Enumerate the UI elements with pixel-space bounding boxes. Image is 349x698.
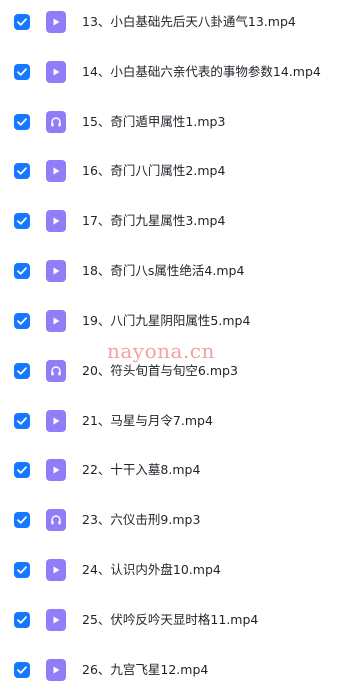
file-name[interactable]: 19、八门九星阴阳属性5.mp4 xyxy=(82,311,250,331)
file-row[interactable]: 26、九宫飞星12.mp4 xyxy=(0,648,349,698)
file-row[interactable]: 22、十干入墓8.mp4 xyxy=(0,448,349,498)
video-file-icon xyxy=(46,210,66,232)
file-name[interactable]: 22、十干入墓8.mp4 xyxy=(82,460,200,480)
file-row[interactable]: 17、奇门九星属性3.mp4 xyxy=(0,199,349,249)
audio-file-icon xyxy=(46,360,66,382)
file-name[interactable]: 24、认识内外盘10.mp4 xyxy=(82,560,221,580)
select-checkbox[interactable] xyxy=(14,163,30,179)
select-checkbox[interactable] xyxy=(14,313,30,329)
video-file-icon xyxy=(46,609,66,631)
select-checkbox[interactable] xyxy=(14,662,30,678)
select-checkbox[interactable] xyxy=(14,14,30,30)
file-name[interactable]: 16、奇门八门属性2.mp4 xyxy=(82,161,225,181)
file-row[interactable]: 15、奇门遁甲属性1.mp3 xyxy=(0,100,349,150)
video-file-icon xyxy=(46,659,66,681)
select-checkbox[interactable] xyxy=(14,612,30,628)
watermark: nayona.cn xyxy=(107,339,215,363)
file-name[interactable]: 23、六仪击刑9.mp3 xyxy=(82,510,200,530)
select-checkbox[interactable] xyxy=(14,114,30,130)
select-checkbox[interactable] xyxy=(14,263,30,279)
select-checkbox[interactable] xyxy=(14,413,30,429)
video-file-icon xyxy=(46,11,66,33)
file-name[interactable]: 20、符头旬首与旬空6.mp3 xyxy=(82,361,238,381)
video-file-icon xyxy=(46,310,66,332)
file-row[interactable]: 21、马星与月令7.mp4 xyxy=(0,399,349,449)
file-row[interactable]: 24、认识内外盘10.mp4 xyxy=(0,548,349,598)
file-row[interactable]: 23、六仪击刑9.mp3 xyxy=(0,498,349,548)
file-row[interactable]: 18、奇门八s属性绝活4.mp4 xyxy=(0,249,349,299)
audio-file-icon xyxy=(46,509,66,531)
video-file-icon xyxy=(46,459,66,481)
file-name[interactable]: 14、小白基础六亲代表的事物参数14.mp4 xyxy=(82,62,321,82)
video-file-icon xyxy=(46,559,66,581)
file-name[interactable]: 15、奇门遁甲属性1.mp3 xyxy=(82,112,225,132)
file-name[interactable]: 13、小白基础先后天八卦通气13.mp4 xyxy=(82,12,296,32)
audio-file-icon xyxy=(46,111,66,133)
video-file-icon xyxy=(46,410,66,432)
file-name[interactable]: 18、奇门八s属性绝活4.mp4 xyxy=(82,261,244,281)
file-name[interactable]: 25、伏吟反吟天显时格11.mp4 xyxy=(82,610,258,630)
select-checkbox[interactable] xyxy=(14,512,30,528)
file-name[interactable]: 17、奇门九星属性3.mp4 xyxy=(82,211,225,231)
file-row[interactable]: 14、小白基础六亲代表的事物参数14.mp4 xyxy=(0,50,349,100)
file-name[interactable]: 26、九宫飞星12.mp4 xyxy=(82,660,208,680)
select-checkbox[interactable] xyxy=(14,562,30,578)
select-checkbox[interactable] xyxy=(14,363,30,379)
video-file-icon xyxy=(46,260,66,282)
select-checkbox[interactable] xyxy=(14,213,30,229)
video-file-icon xyxy=(46,160,66,182)
file-row[interactable]: 13、小白基础先后天八卦通气13.mp4 xyxy=(0,0,349,50)
select-checkbox[interactable] xyxy=(14,64,30,80)
select-checkbox[interactable] xyxy=(14,462,30,478)
file-row[interactable]: 16、奇门八门属性2.mp4 xyxy=(0,149,349,199)
video-file-icon xyxy=(46,61,66,83)
file-name[interactable]: 21、马星与月令7.mp4 xyxy=(82,411,213,431)
file-row[interactable]: 25、伏吟反吟天显时格11.mp4 xyxy=(0,598,349,648)
